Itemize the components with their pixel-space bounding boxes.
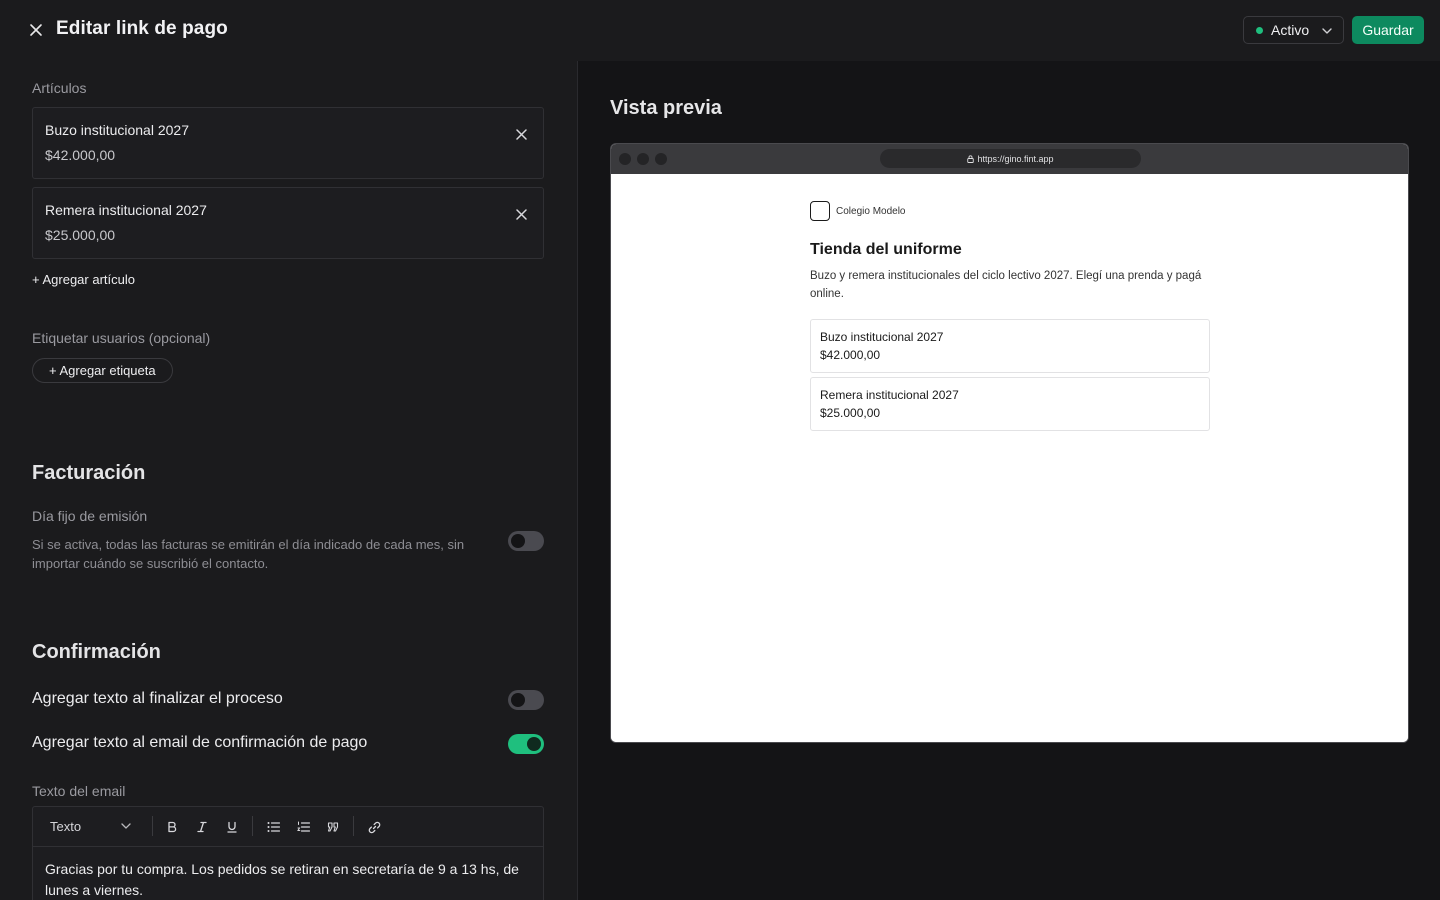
numbered-list-button[interactable] — [293, 817, 313, 837]
toggle-knob — [511, 534, 525, 548]
email-text-label: Texto del email — [32, 783, 126, 799]
italic-icon — [197, 821, 207, 833]
product-price: $42.000,00 — [820, 348, 881, 362]
confirmation-heading: Confirmación — [32, 641, 161, 663]
article-name: Remera institucional 2027 — [45, 202, 207, 218]
quote-icon — [327, 822, 339, 832]
settings-panel: Artículos Buzo institucional 2027 $42.00… — [0, 60, 576, 900]
fixed-day-toggle[interactable] — [508, 531, 544, 551]
window-dot-icon — [655, 153, 667, 165]
toggle-knob — [527, 737, 541, 751]
add-article-link[interactable]: + Agregar artículo — [32, 272, 135, 287]
fixed-day-label: Día fijo de emisión — [32, 508, 148, 524]
editor-toolbar: Texto — [33, 807, 543, 847]
product-card[interactable]: Buzo institucional 2027 $42.000,00 — [810, 319, 1210, 373]
browser-mockup: https://gino.fint.app Colegio Modelo Tie… — [610, 143, 1409, 743]
articles-label: Artículos — [32, 80, 87, 96]
organization-logo-icon — [810, 201, 830, 221]
bold-icon — [168, 821, 177, 833]
organization-name: Colegio Modelo — [836, 206, 906, 217]
store-title: Tienda del uniforme — [810, 241, 962, 258]
bullet-list-button[interactable] — [263, 817, 283, 837]
close-icon — [515, 208, 527, 220]
top-bar: Editar link de pago Activo Guardar — [0, 0, 1440, 60]
close-icon — [30, 24, 42, 36]
preview-heading: Vista previa — [610, 97, 722, 119]
quote-button[interactable] — [323, 817, 343, 837]
status-label: Activo — [1271, 22, 1310, 38]
store-page: Colegio Modelo Tienda del uniforme Buzo … — [611, 174, 1408, 742]
numbered-list-icon — [296, 821, 310, 832]
finish-text-toggle[interactable] — [508, 690, 544, 710]
product-card[interactable]: Remera institucional 2027 $25.000,00 — [810, 377, 1210, 431]
rich-text-editor: Texto Gracias por tu compra. Los pedidos… — [32, 806, 544, 900]
window-dot-icon — [619, 153, 631, 165]
product-price: $25.000,00 — [820, 406, 881, 420]
store-description: Buzo y remera institucionales del ciclo … — [810, 270, 1202, 300]
article-price: $25.000,00 — [45, 227, 116, 243]
save-button[interactable]: Guardar — [1352, 16, 1424, 44]
lock-icon — [967, 154, 975, 163]
billing-heading: Facturación — [32, 462, 146, 484]
finish-text-option-label: Agregar texto al finalizar el proceso — [32, 690, 283, 707]
article-price: $42.000,00 — [45, 147, 116, 163]
product-name: Remera institucional 2027 — [820, 388, 959, 402]
toggle-knob — [511, 693, 525, 707]
status-dropdown[interactable]: Activo — [1243, 16, 1344, 44]
status-dot-icon — [1256, 26, 1263, 34]
fixed-day-description: Si se activa, todas las facturas se emit… — [32, 537, 465, 571]
bullet-list-icon — [267, 822, 280, 832]
browser-toolbar: https://gino.fint.app — [611, 144, 1408, 174]
toolbar-divider — [252, 816, 253, 836]
url-text: https://gino.fint.app — [977, 153, 1054, 164]
url-bar: https://gino.fint.app — [880, 149, 1141, 168]
link-icon — [368, 821, 380, 833]
bold-button[interactable] — [162, 817, 182, 837]
email-text-toggle[interactable] — [508, 734, 544, 754]
toolbar-divider — [152, 816, 153, 836]
page-title: Editar link de pago — [56, 18, 228, 39]
tags-label: Etiquetar usuarios (opcional) — [32, 330, 211, 346]
close-button[interactable] — [24, 18, 48, 42]
link-button[interactable] — [364, 817, 384, 837]
article-card: Remera institucional 2027 $25.000,00 — [32, 187, 544, 259]
italic-button[interactable] — [192, 817, 212, 837]
toolbar-divider — [353, 816, 354, 836]
remove-article-button[interactable] — [513, 206, 529, 222]
article-card: Buzo institucional 2027 $42.000,00 — [32, 107, 544, 179]
underline-button[interactable] — [222, 817, 242, 837]
underline-icon — [227, 821, 237, 833]
product-name: Buzo institucional 2027 — [820, 330, 944, 344]
preview-panel: Vista previa https://gino.fint.app Coleg… — [577, 61, 1440, 900]
add-tag-button[interactable]: + Agregar etiqueta — [32, 358, 173, 383]
window-dot-icon — [637, 153, 649, 165]
chevron-down-icon — [1322, 28, 1332, 34]
close-icon — [515, 128, 527, 140]
article-name: Buzo institucional 2027 — [45, 122, 189, 138]
email-text-option-label: Agregar texto al email de confirmación d… — [32, 734, 368, 751]
email-text-content[interactable]: Gracias por tu compra. Los pedidos se re… — [45, 859, 535, 900]
remove-article-button[interactable] — [513, 126, 529, 142]
chevron-down-icon — [121, 823, 131, 829]
